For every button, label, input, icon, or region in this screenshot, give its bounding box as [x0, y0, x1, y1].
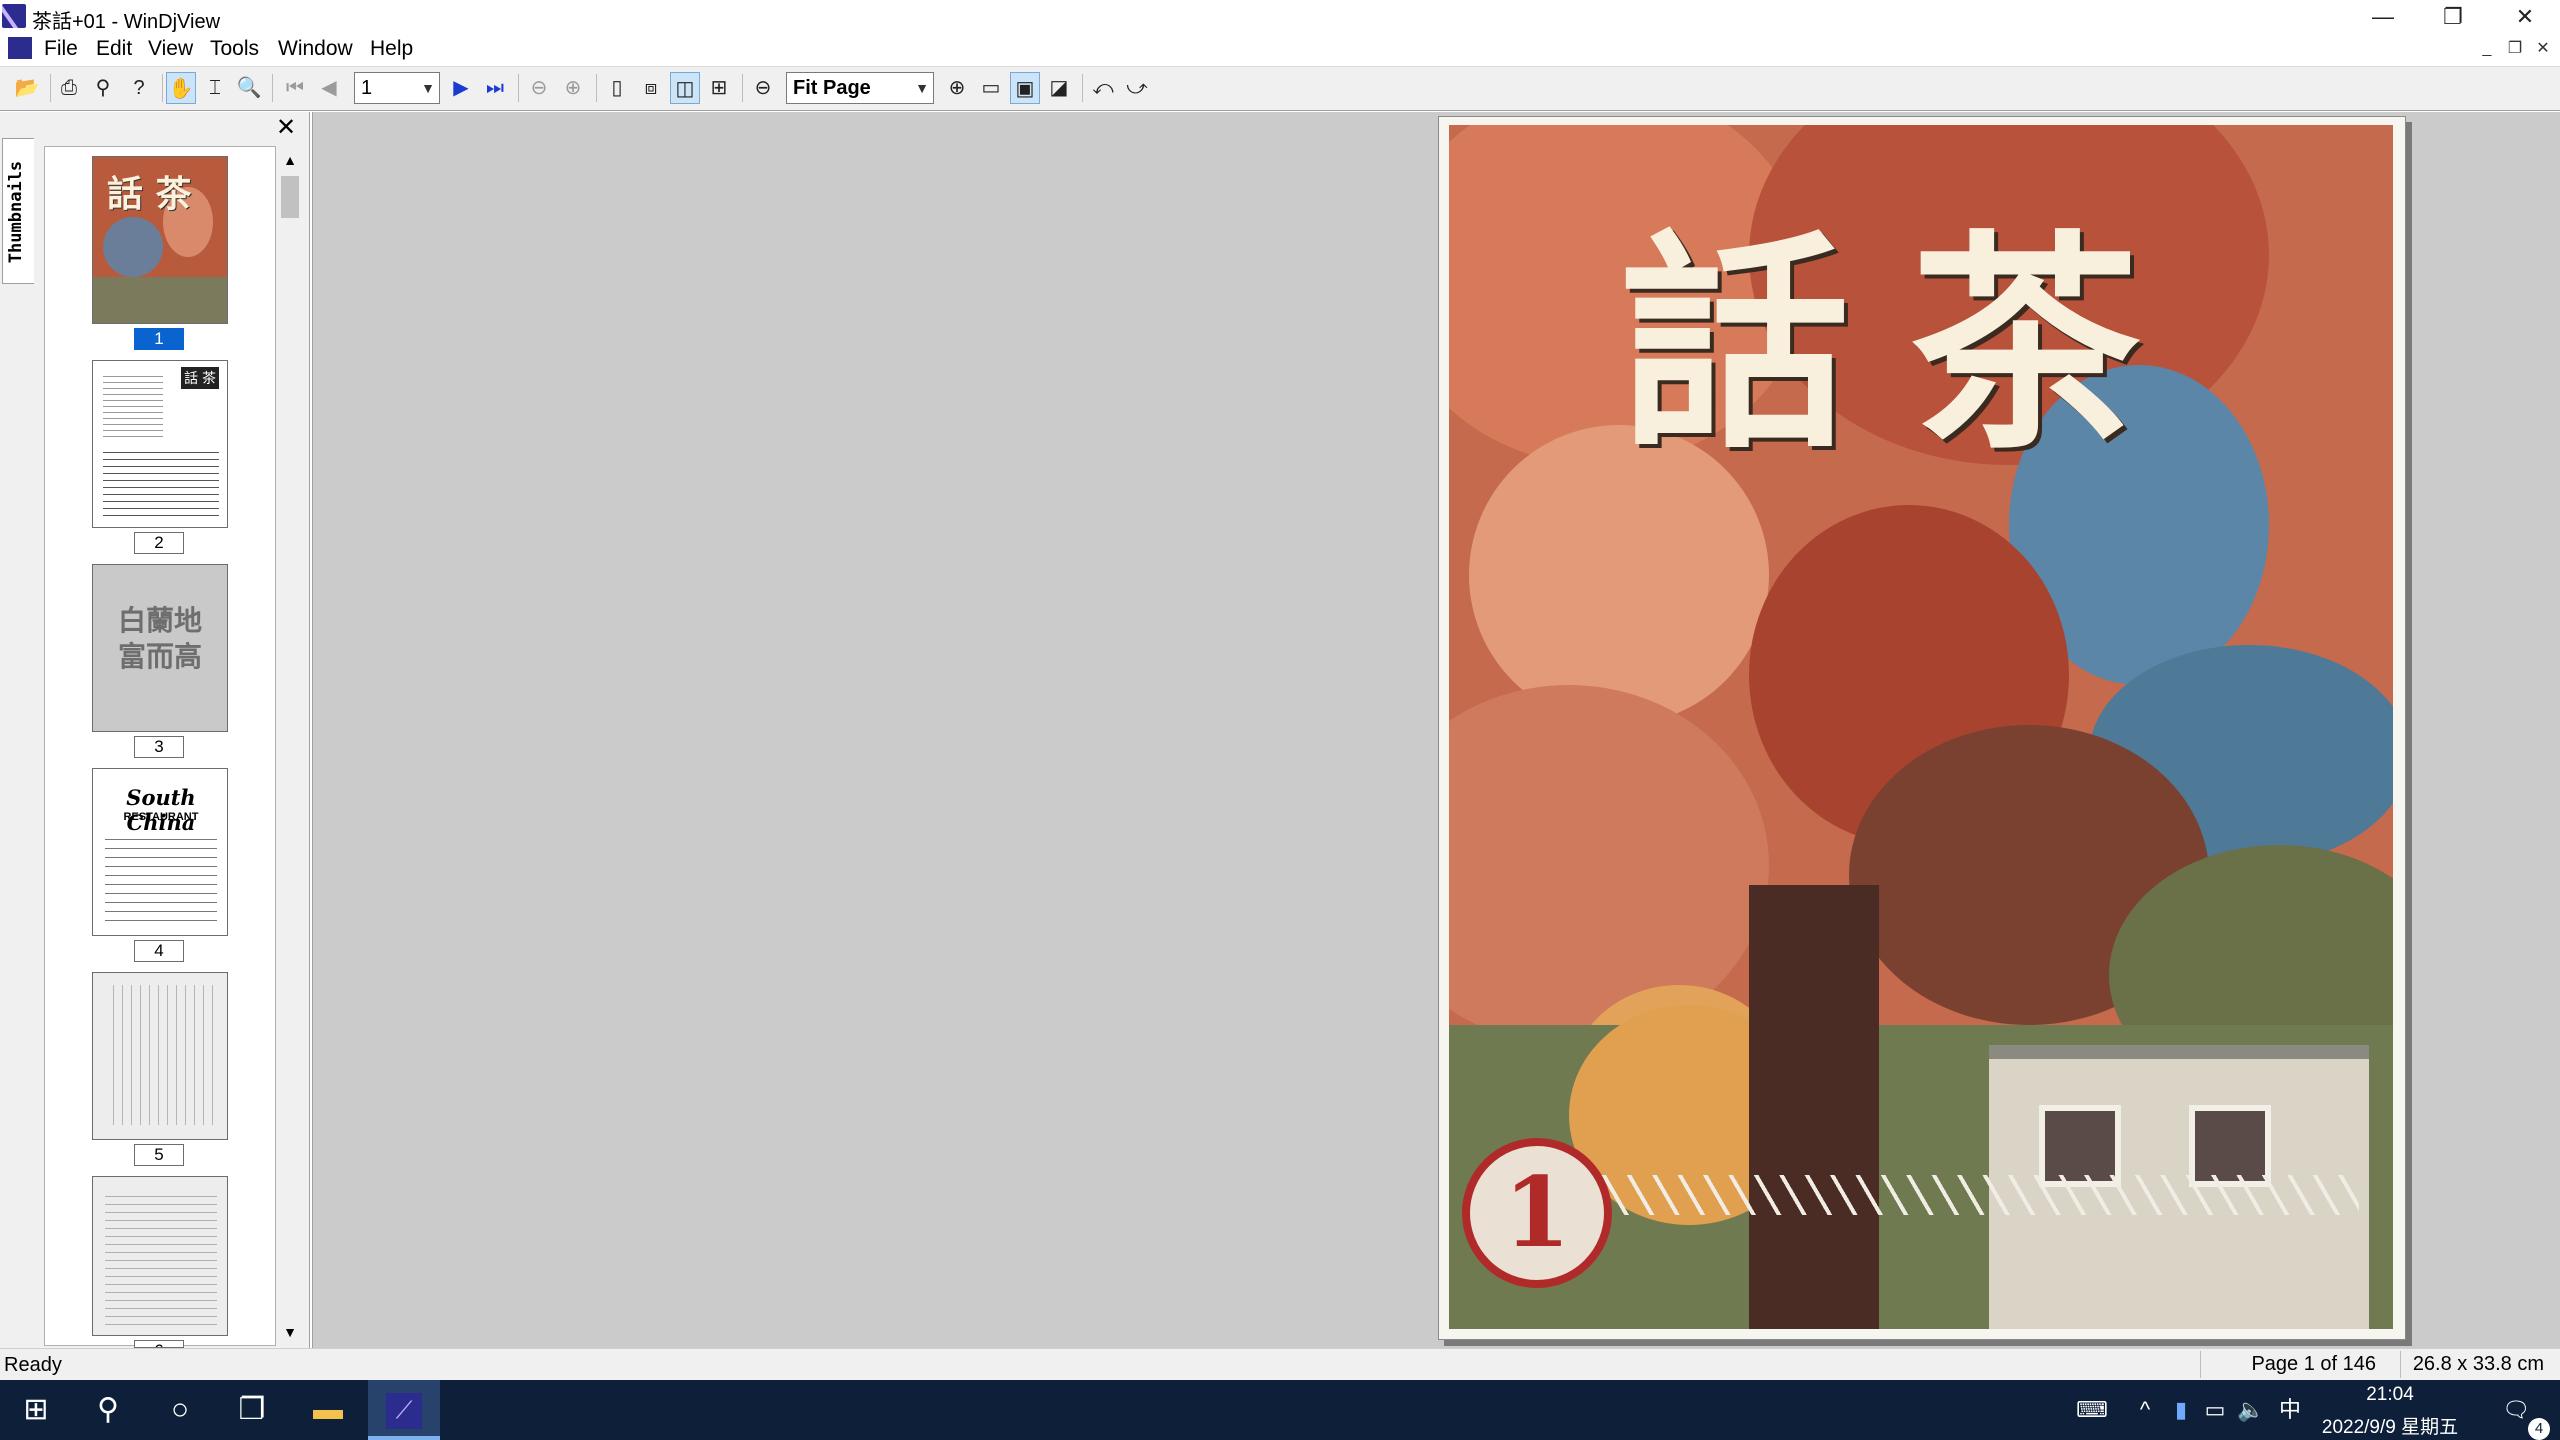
toolbar-separator — [162, 74, 163, 102]
rotate-right-icon[interactable]: ⤻ — [1122, 72, 1152, 104]
restore-button[interactable]: ❐ — [2418, 0, 2488, 34]
scroll-down-arrow-icon[interactable]: ▼ — [276, 1318, 304, 1346]
chevron-down-icon[interactable]: ▼ — [915, 73, 929, 103]
search-icon[interactable]: ⚲ — [72, 1380, 144, 1440]
thumbnail-page-4[interactable]: South China RESTAURANT — [92, 768, 228, 936]
notification-count-badge: 4 — [2528, 1418, 2550, 1440]
select-tool-icon[interactable]: ⌶ — [200, 72, 230, 104]
windjview-icon: ⟋ — [386, 1393, 422, 1430]
menu-edit[interactable]: Edit — [96, 37, 132, 61]
thumbnail-label-1[interactable]: 1 — [134, 328, 184, 350]
task-view-icon[interactable]: ❐ — [216, 1380, 288, 1440]
volume-icon[interactable]: 🔈 — [2236, 1380, 2266, 1440]
mdi-close-button[interactable]: ✕ — [2530, 38, 2556, 60]
close-button[interactable]: ✕ — [2490, 0, 2560, 34]
minimize-button[interactable]: — — [2348, 0, 2418, 34]
mdi-minimize-button[interactable]: _ — [2474, 38, 2500, 60]
forward-icon[interactable]: ⊕ — [558, 72, 588, 104]
prev-page-icon[interactable]: ◀ — [314, 72, 344, 104]
file-explorer-icon[interactable]: ▬ — [292, 1380, 364, 1440]
close-icon[interactable]: ✕ — [272, 114, 300, 142]
thumbnail-title: 話 茶 — [181, 367, 219, 389]
thumbnail-title: 白蘭地 富而高 — [117, 604, 202, 673]
toolbar-separator — [50, 74, 51, 102]
scroll-up-arrow-icon[interactable]: ▲ — [276, 146, 304, 174]
open-icon[interactable]: 📂 — [12, 72, 42, 104]
mdi-restore-button[interactable]: ❐ — [2502, 38, 2528, 60]
menu-tools[interactable]: Tools — [210, 37, 259, 61]
fit-page-icon[interactable]: ▣ — [1010, 72, 1040, 104]
toolbar-separator — [272, 74, 273, 102]
windjview-app-icon[interactable] — [2, 4, 26, 28]
thumbnail-scrollbar[interactable] — [276, 146, 304, 1346]
keyboard-layout-icon[interactable]: ⌨ — [2070, 1380, 2114, 1440]
toolbar-separator — [518, 74, 519, 102]
cover-title: 話茶 — [1620, 210, 2200, 480]
thumbnail-page-3[interactable]: 白蘭地 富而高 — [92, 564, 228, 732]
status-text: Ready — [4, 1354, 62, 1376]
ime-indicator[interactable]: 中 — [2272, 1380, 2308, 1440]
facing-icon[interactable]: ◫ — [670, 72, 700, 104]
windjview-taskbar-icon[interactable]: ⟋ — [368, 1380, 440, 1440]
page-number-value: 1 — [361, 77, 373, 99]
usb-device-icon[interactable]: ▮ — [2166, 1380, 2196, 1440]
windows-start-icon[interactable]: ⊞ — [0, 1380, 72, 1440]
thumbnail-brand: South China — [126, 785, 196, 835]
status-page-size: 26.8 x 33.8 cm — [2400, 1351, 2544, 1378]
scrollbar-thumb[interactable] — [281, 176, 299, 218]
help-icon[interactable]: ? — [124, 72, 154, 104]
chevron-down-icon[interactable]: ▼ — [421, 73, 435, 103]
menu-window[interactable]: Window — [278, 37, 353, 61]
page-number-combo[interactable]: 1 ▼ — [354, 72, 440, 104]
document-system-icon[interactable] — [8, 37, 32, 59]
status-page-info: Page 1 of 146 — [2200, 1351, 2380, 1378]
zoom-in-icon[interactable]: ⊕ — [942, 72, 972, 104]
thumbnail-label-6[interactable]: 6 — [134, 1340, 184, 1348]
thumbnail-title: 話 茶 — [107, 173, 192, 215]
facing-continuous-icon[interactable]: ⊞ — [704, 72, 734, 104]
rotate-left-icon[interactable]: ⤺ — [1088, 72, 1118, 104]
toolbar-separator — [596, 74, 597, 102]
thumbnail-label-2[interactable]: 2 — [134, 532, 184, 554]
actual-size-icon[interactable]: ◪ — [1044, 72, 1074, 104]
issue-number-badge: 1 — [1462, 1138, 1612, 1288]
cortana-icon[interactable]: ○ — [144, 1380, 216, 1440]
network-icon[interactable]: ▭ — [2200, 1380, 2230, 1440]
thumbnail-page-6[interactable] — [92, 1176, 228, 1336]
zoom-value: Fit Page — [793, 77, 871, 99]
show-hidden-icons-chevron-icon[interactable]: ^ — [2130, 1380, 2160, 1440]
hand-tool-icon[interactable]: ✋ — [166, 72, 196, 104]
clock-date[interactable]: 2022/9/9 星期五 — [2310, 1412, 2470, 1439]
zoom-rect-icon[interactable]: 🔍 — [234, 72, 264, 104]
toolbar-separator — [742, 74, 743, 102]
thumbnail-label-4[interactable]: 4 — [134, 940, 184, 962]
thumbnail-page-1[interactable]: 話 茶 — [92, 156, 228, 324]
clock-time[interactable]: 21:04 — [2340, 1384, 2440, 1406]
zoom-out-icon[interactable]: ⊖ — [748, 72, 778, 104]
thumbnail-page-5[interactable] — [92, 972, 228, 1140]
last-page-icon[interactable]: ⏭ — [480, 72, 510, 104]
menu-help[interactable]: Help — [370, 37, 413, 61]
find-icon[interactable]: ⚲ — [88, 72, 118, 104]
status-bar — [0, 1348, 2560, 1380]
toolbar-separator — [1082, 74, 1083, 102]
continuous-icon[interactable]: ⧈ — [636, 72, 666, 104]
fit-width-icon[interactable]: ▭ — [976, 72, 1006, 104]
zoom-combo[interactable]: Fit Page ▼ — [786, 72, 934, 104]
window-title: 茶話+01 - WinDjView — [32, 11, 221, 33]
thumbnail-label-5[interactable]: 5 — [134, 1144, 184, 1166]
thumbnail-page-2[interactable]: 話 茶 — [92, 360, 228, 528]
single-page-icon[interactable]: ▯ — [602, 72, 632, 104]
menu-view[interactable]: View — [148, 37, 193, 61]
back-icon[interactable]: ⊖ — [524, 72, 554, 104]
print-icon[interactable]: ⎙ — [54, 72, 84, 104]
thumbnail-label-3[interactable]: 3 — [134, 736, 184, 758]
first-page-icon[interactable]: ⏮ — [280, 72, 310, 104]
thumbnails-tab-label: Thumbnails — [6, 160, 26, 264]
thumbnail-subtitle: RESTAURANT — [123, 811, 199, 823]
menu-file[interactable]: File — [44, 37, 78, 61]
title-bar[interactable] — [0, 0, 2560, 34]
next-page-icon[interactable]: ▶ — [446, 72, 476, 104]
